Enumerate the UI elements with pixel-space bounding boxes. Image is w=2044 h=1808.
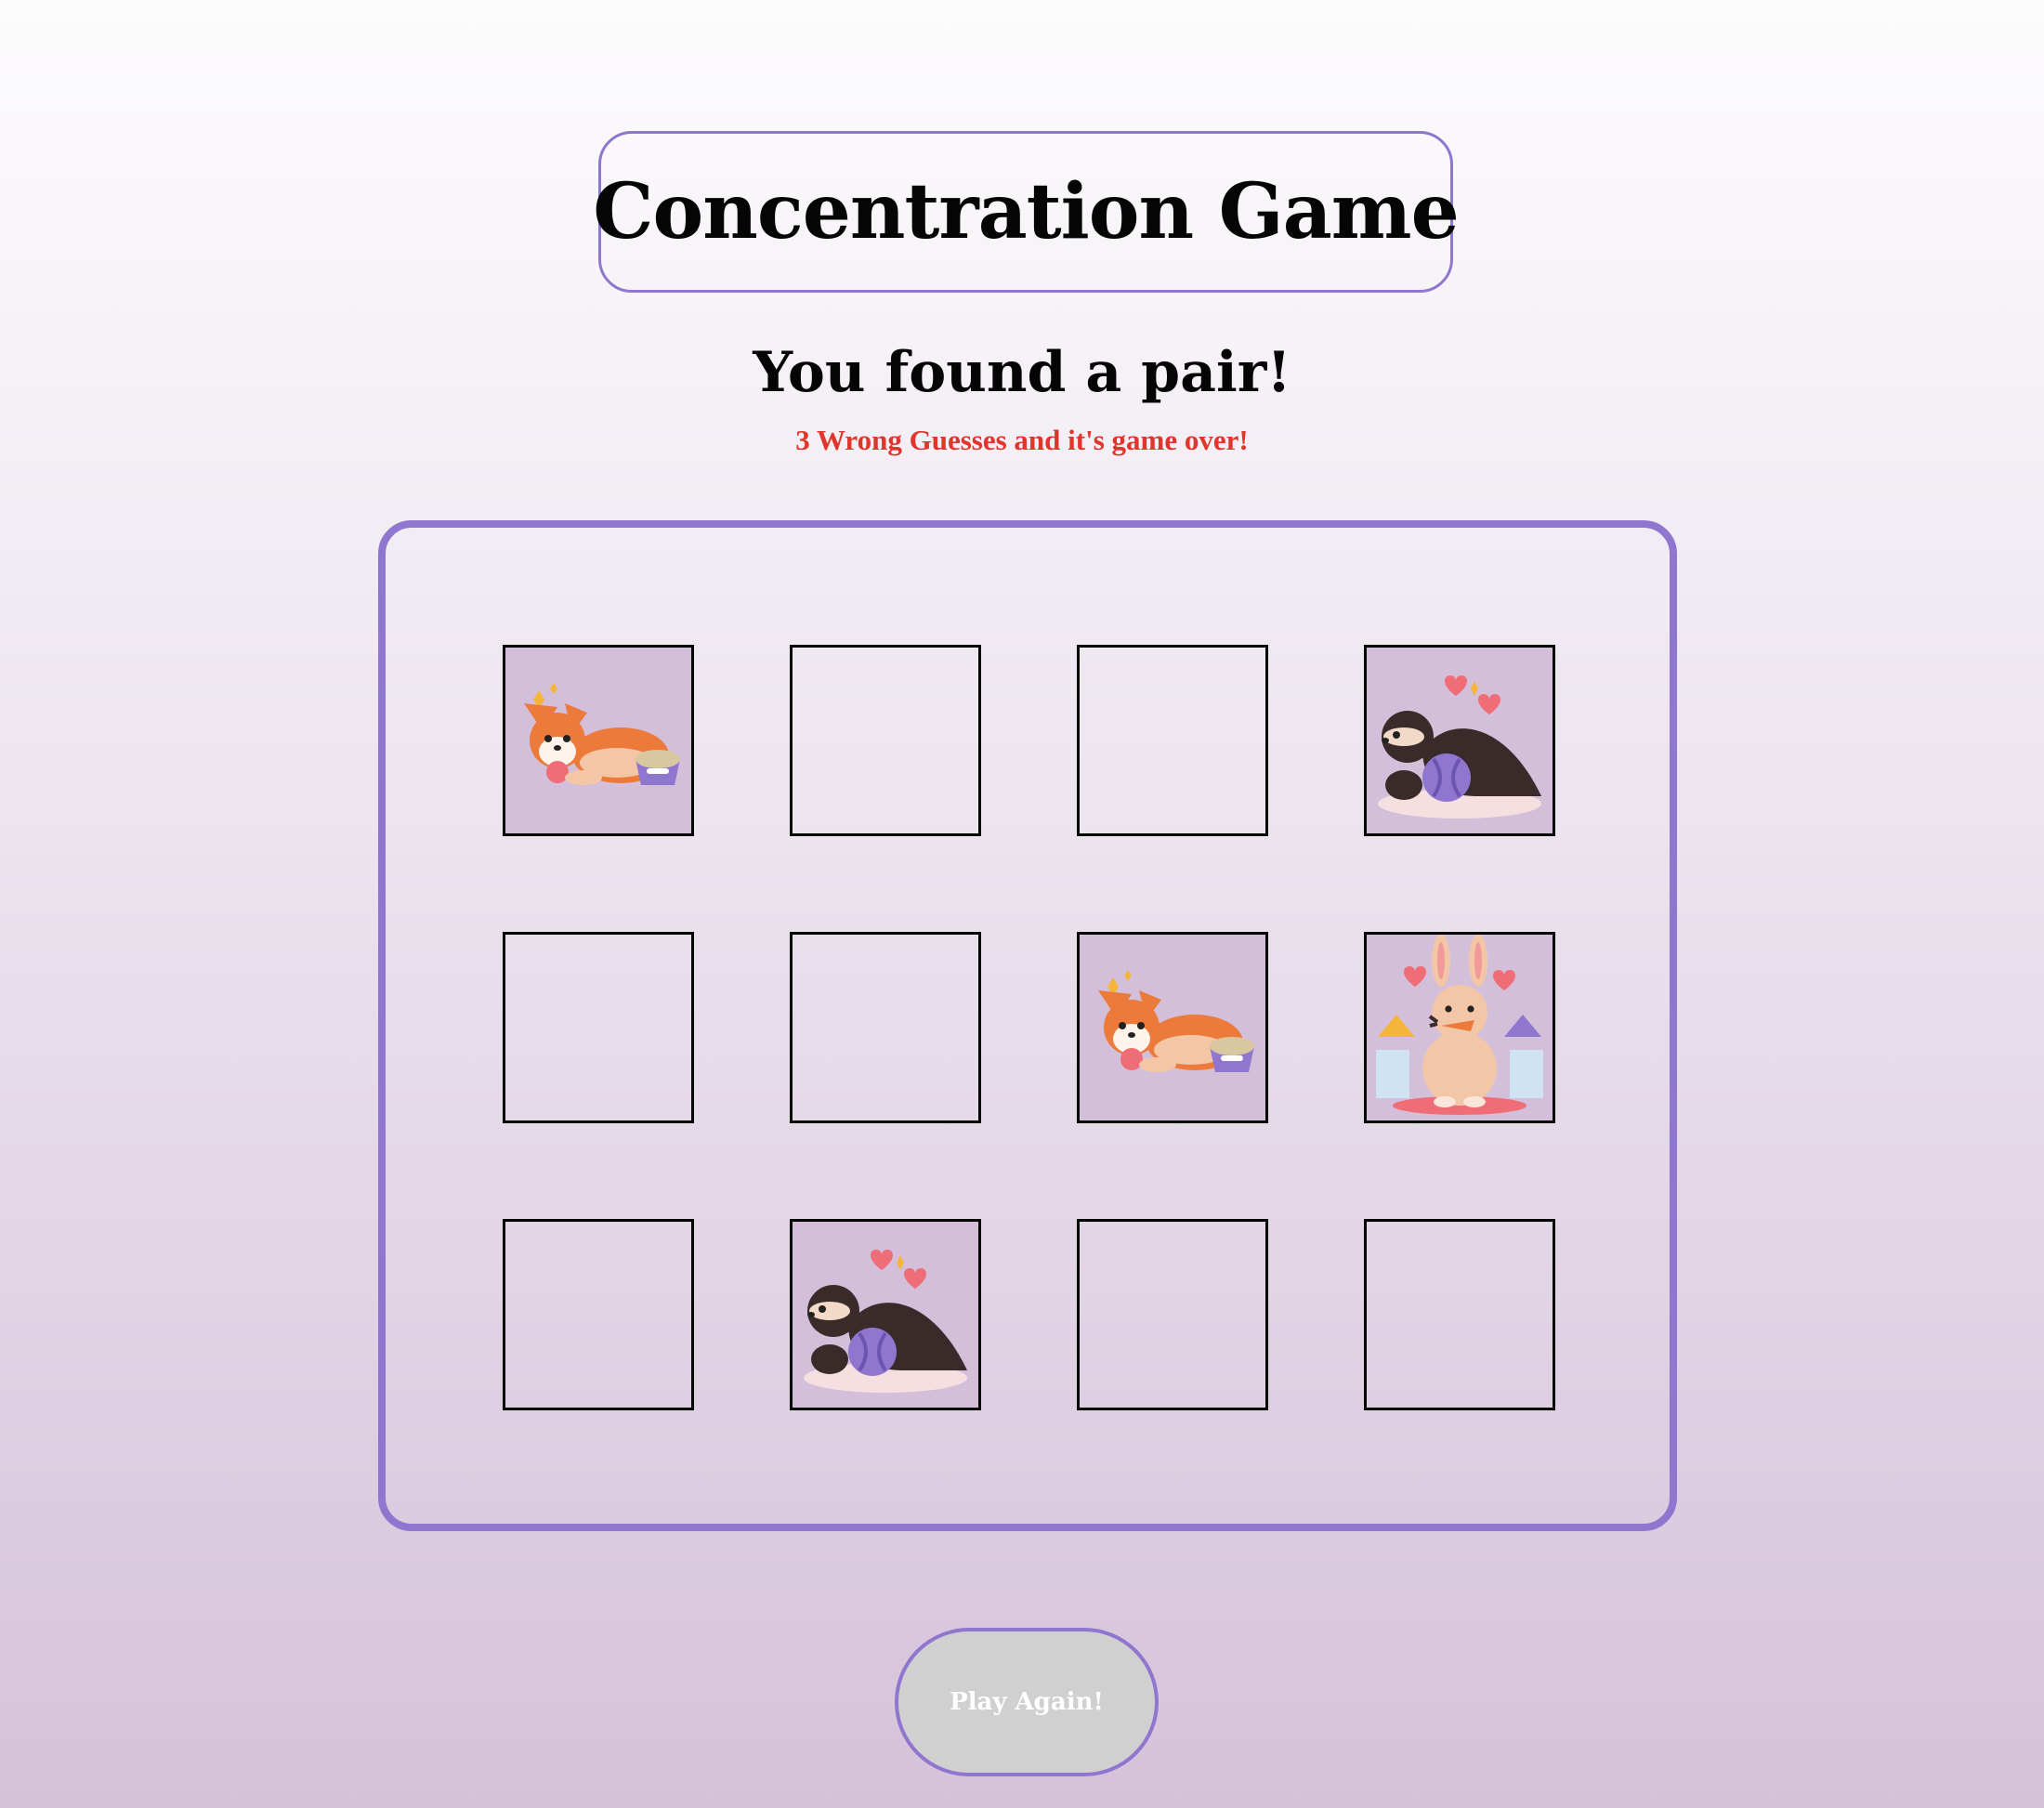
card-2[interactable] — [790, 645, 981, 836]
wrong-guesses-warning: 3 Wrong Guesses and it's game over! — [795, 424, 1249, 456]
game-board — [378, 520, 1677, 1531]
card-8[interactable] — [1364, 932, 1555, 1123]
card-12[interactable] — [1364, 1219, 1555, 1410]
bunny-icon — [1367, 935, 1553, 1120]
play-again-button[interactable]: Play Again! — [895, 1628, 1159, 1776]
ferret-icon — [1367, 648, 1553, 833]
corgi-icon — [505, 648, 691, 833]
card-4[interactable] — [1364, 645, 1555, 836]
ferret-icon — [793, 1222, 978, 1408]
page-title: Concentration Game — [593, 167, 1459, 256]
card-10[interactable] — [790, 1219, 981, 1410]
corgi-icon — [1080, 935, 1265, 1120]
title-box: Concentration Game — [593, 131, 1460, 293]
card-7[interactable] — [1077, 932, 1268, 1123]
card-5[interactable] — [503, 932, 694, 1123]
card-3[interactable] — [1077, 645, 1268, 836]
card-6[interactable] — [790, 932, 981, 1123]
card-1[interactable] — [503, 645, 694, 836]
card-11[interactable] — [1077, 1219, 1268, 1410]
status-message: You found a pair! — [753, 340, 1291, 405]
card-9[interactable] — [503, 1219, 694, 1410]
